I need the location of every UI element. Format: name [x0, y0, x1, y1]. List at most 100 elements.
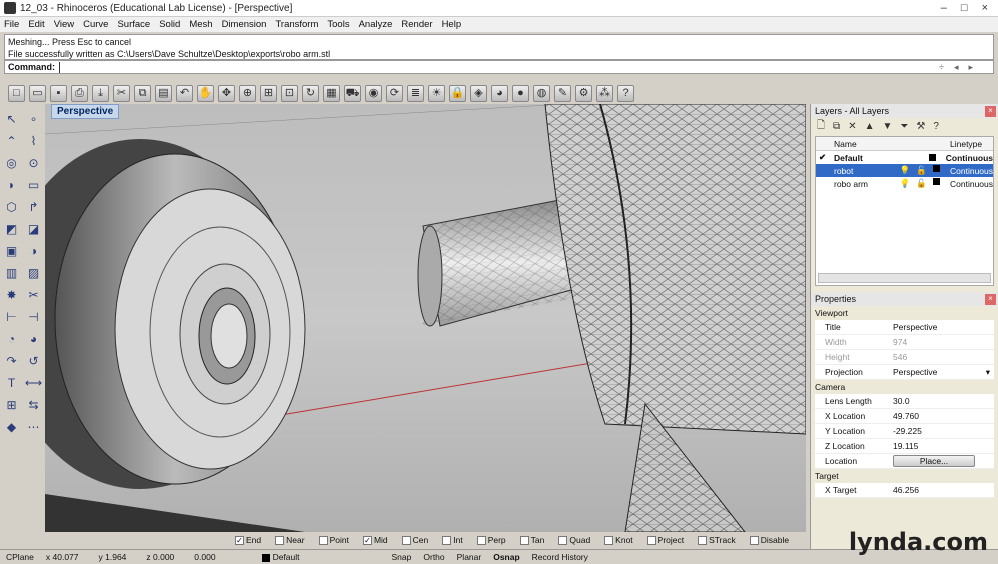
menu-edit[interactable]: Edit — [28, 19, 44, 30]
planar-toggle[interactable]: Planar — [451, 552, 488, 562]
menu-help[interactable]: Help — [442, 19, 462, 30]
join-icon[interactable]: ⊣ — [24, 308, 43, 327]
trim-icon[interactable]: ✂ — [24, 286, 43, 305]
rectangle-icon[interactable]: ▭ — [24, 176, 43, 195]
point-icon[interactable]: ∘ — [24, 110, 43, 129]
sphere-icon[interactable]: ● — [512, 84, 529, 102]
osnap-quad[interactable]: Quad — [558, 535, 590, 545]
checkbox-icon[interactable] — [604, 535, 614, 545]
cube-icon[interactable]: ◆ — [2, 418, 21, 437]
maximize-icon[interactable]: □ — [961, 2, 968, 14]
checkbox-icon[interactable]: ✓ — [362, 535, 372, 545]
minimize-icon[interactable]: – — [941, 2, 947, 14]
light-icon[interactable]: ☀ — [428, 84, 445, 102]
surface-icon[interactable]: ◩ — [2, 220, 21, 239]
menu-dimension[interactable]: Dimension — [222, 19, 267, 30]
close-icon[interactable]: × — [982, 2, 988, 14]
import-icon[interactable]: ⤓ — [92, 84, 109, 102]
osnap-perp[interactable]: Perp — [476, 535, 506, 545]
horizontal-scrollbar[interactable] — [818, 273, 991, 283]
close-icon[interactable]: × — [985, 293, 996, 305]
text-icon[interactable]: T — [2, 374, 21, 393]
layer-row-robo-arm[interactable]: robo arm 💡 🔓 Continuous — [816, 177, 993, 190]
help-icon[interactable]: ? — [617, 84, 634, 102]
globe-icon[interactable]: ◍ — [533, 84, 550, 102]
menu-curve[interactable]: Curve — [83, 19, 108, 30]
copy-icon[interactable]: ⧉ — [134, 84, 151, 102]
open-icon[interactable]: ▭ — [29, 84, 46, 102]
delete-layer-icon[interactable]: ✕ — [848, 121, 856, 132]
osnap-disable[interactable]: Disable — [749, 535, 789, 545]
dimension-icon[interactable]: ⟷ — [24, 374, 43, 393]
car-icon[interactable]: ⛟ — [344, 84, 361, 102]
paste-icon[interactable]: ▤ — [155, 84, 172, 102]
col-name[interactable]: Name — [816, 139, 896, 149]
polygon-icon[interactable]: ⬡ — [2, 198, 21, 217]
rotate-icon[interactable]: ↻ — [302, 84, 319, 102]
explode-icon[interactable]: ✸ — [2, 286, 21, 305]
move-down-icon[interactable]: ▼ — [882, 121, 892, 132]
box-icon[interactable]: ▣ — [2, 242, 21, 261]
checkbox-icon[interactable] — [442, 535, 452, 545]
col-linetype[interactable]: Linetype — [940, 139, 982, 149]
select-icon[interactable]: ↖ — [2, 110, 21, 129]
close-icon[interactable]: × — [985, 105, 996, 117]
boolean-icon[interactable]: ◑ — [24, 242, 43, 261]
layers-icon[interactable]: ≣ — [407, 84, 424, 102]
checkbox-icon[interactable] — [318, 535, 328, 545]
spin-icon[interactable]: ÷ — [939, 62, 944, 73]
record-history-toggle[interactable]: Record History — [526, 552, 594, 562]
extrude-icon[interactable]: ◪ — [24, 220, 43, 239]
move-icon[interactable]: ✥ — [218, 84, 235, 102]
new-sublayer-icon[interactable]: ⧉ — [833, 121, 840, 132]
osnap-cen[interactable]: Cen — [401, 535, 428, 545]
print-icon[interactable]: ⎙ — [71, 84, 88, 102]
zoom-extents-icon[interactable]: ⊞ — [260, 84, 277, 102]
menu-analyze[interactable]: Analyze — [359, 19, 393, 30]
render-icon[interactable]: ◈ — [470, 84, 487, 102]
menu-file[interactable]: File — [4, 19, 19, 30]
osnap-toggle[interactable]: Osnap — [487, 552, 525, 562]
osnap-strack[interactable]: STrack — [698, 535, 736, 545]
group-icon[interactable]: ◔ — [2, 330, 21, 349]
circle-icon[interactable]: ◎ — [2, 154, 21, 173]
new-layer-icon[interactable]: 🗋 — [817, 118, 825, 135]
menu-view[interactable]: View — [54, 19, 74, 30]
mirror-icon[interactable]: ⇆ — [24, 396, 43, 415]
pencil-icon[interactable]: ✎ — [554, 84, 571, 102]
menu-transform[interactable]: Transform — [275, 19, 318, 30]
checkbox-icon[interactable] — [275, 535, 285, 545]
checkbox-icon[interactable] — [519, 535, 529, 545]
array-icon[interactable]: ⊞ — [2, 396, 21, 415]
osnap-tan[interactable]: Tan — [519, 535, 544, 545]
layer-row-default[interactable]: ✔ Default Continuous — [816, 151, 993, 164]
pan-icon[interactable]: ✋ — [197, 84, 214, 102]
osnap-end[interactable]: ✓ End — [235, 535, 261, 545]
zoom-window-icon[interactable]: ⊡ — [281, 84, 298, 102]
checkbox-icon[interactable] — [698, 535, 708, 545]
undo-icon[interactable]: ↶ — [176, 84, 193, 102]
ungroup-icon[interactable]: ◕ — [24, 330, 43, 349]
osnap-near[interactable]: Near — [275, 535, 305, 545]
more-tools-icon[interactable]: ⋯ — [24, 418, 43, 437]
lock-icon[interactable]: 🔒 — [449, 84, 466, 102]
layer-color-swatch[interactable] — [933, 178, 940, 185]
snap-toggle[interactable]: Snap — [386, 552, 418, 562]
menu-mesh[interactable]: Mesh — [189, 19, 212, 30]
arrow-left-icon[interactable]: ◂ — [954, 62, 959, 73]
color-wheel-icon[interactable]: ◕ — [491, 84, 508, 102]
layer-color-swatch[interactable] — [928, 154, 936, 161]
circle-arrow-icon[interactable]: ⟳ — [386, 84, 403, 102]
save-icon[interactable]: ▪ — [50, 84, 67, 102]
twist-icon[interactable]: ↺ — [24, 352, 43, 371]
lightbulb-icon[interactable]: 💡 — [900, 178, 911, 189]
lightbulb-icon[interactable]: 💡 — [900, 165, 911, 176]
tools-icon[interactable]: ⚒ — [916, 121, 925, 132]
ortho-toggle[interactable]: Ortho — [417, 552, 450, 562]
osnap-knot[interactable]: Knot — [604, 535, 633, 545]
osnap-point[interactable]: Point — [318, 535, 349, 545]
unlock-icon[interactable]: 🔓 — [916, 178, 927, 189]
fillet-icon[interactable]: ↱ — [24, 198, 43, 217]
dropdown-arrow-icon[interactable]: ▾ — [986, 367, 990, 378]
curve-icon[interactable]: ⌇ — [24, 132, 43, 151]
